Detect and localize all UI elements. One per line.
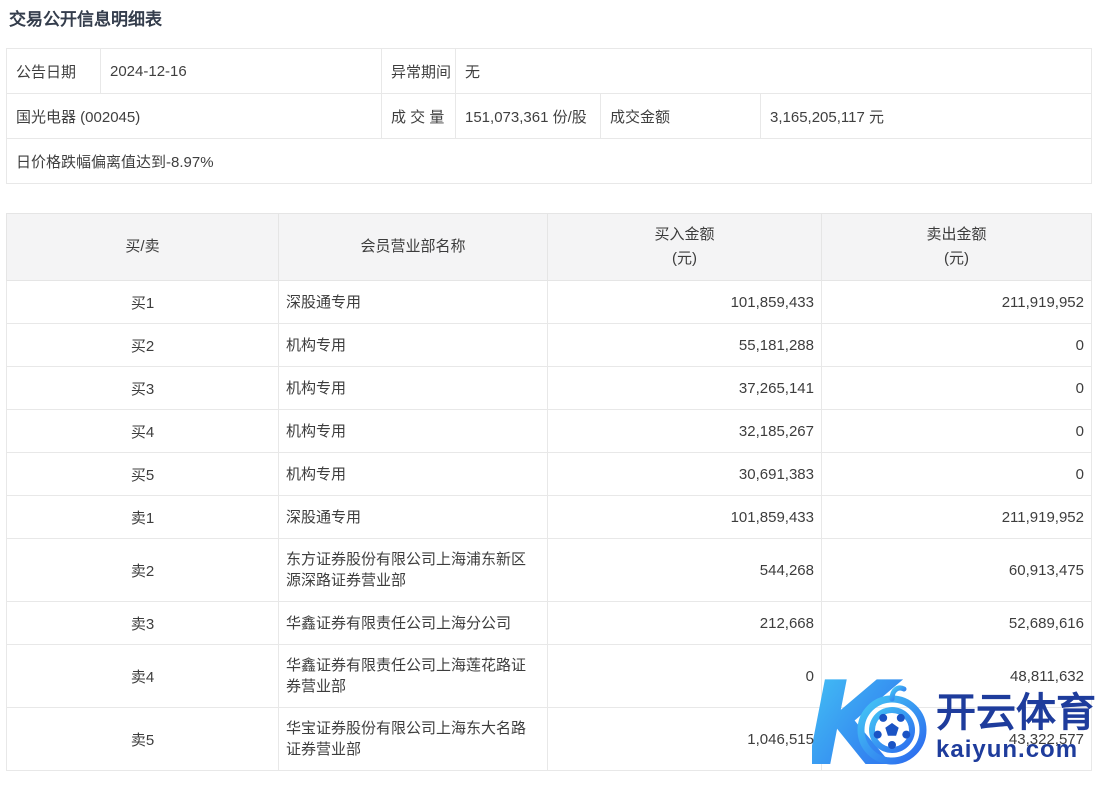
- cell-branch: 深股通专用: [279, 496, 548, 539]
- summary-row-3: 日价格跌幅偏离值达到-8.97%: [7, 139, 1092, 184]
- cell-buy-amount: 212,668: [548, 602, 822, 645]
- cell-sell-amount: 0: [822, 367, 1092, 410]
- cell-branch: 机构专用: [279, 324, 548, 367]
- cell-sell-amount: 52,689,616: [822, 602, 1092, 645]
- cell-side: 卖5: [7, 708, 279, 771]
- col-header-sell-line2: (元): [823, 247, 1090, 271]
- cell-sell-amount: 0: [822, 453, 1092, 496]
- cell-side: 卖2: [7, 539, 279, 602]
- cell-side: 买3: [7, 367, 279, 410]
- announce-date-value: 2024-12-16: [101, 49, 382, 94]
- volume-value: 151,073,361 份/股: [456, 94, 601, 139]
- cell-sell-amount: 211,919,952: [822, 496, 1092, 539]
- summary-row-1: 公告日期 2024-12-16 异常期间 无: [7, 49, 1092, 94]
- cell-buy-amount: 32,185,267: [548, 410, 822, 453]
- cell-branch: 华鑫证券有限责任公司上海莲花路证券营业部: [279, 645, 548, 708]
- cell-side: 买5: [7, 453, 279, 496]
- cell-buy-amount: 101,859,433: [548, 281, 822, 324]
- cell-buy-amount: 0: [548, 645, 822, 708]
- cell-side: 买4: [7, 410, 279, 453]
- page-title: 交易公开信息明细表: [9, 8, 1104, 32]
- cell-branch: 机构专用: [279, 367, 548, 410]
- cell-buy-amount: 37,265,141: [548, 367, 822, 410]
- cell-branch: 华宝证券股份有限公司上海东大名路证券营业部: [279, 708, 548, 771]
- summary-row-2: 国光电器 (002045) 成 交 量 151,073,361 份/股 成交金额…: [7, 94, 1092, 139]
- cell-buy-amount: 30,691,383: [548, 453, 822, 496]
- col-header-sell-line1: 卖出金额: [823, 223, 1090, 247]
- cell-buy-amount: 55,181,288: [548, 324, 822, 367]
- abnormal-period-value: 无: [456, 49, 1092, 94]
- cell-sell-amount: 0: [822, 324, 1092, 367]
- table-row: 卖2东方证券股份有限公司上海浦东新区源深路证券营业部544,26860,913,…: [7, 539, 1092, 602]
- table-row: 买2机构专用55,181,2880: [7, 324, 1092, 367]
- cell-branch: 东方证券股份有限公司上海浦东新区源深路证券营业部: [279, 539, 548, 602]
- col-header-buy-line1: 买入金额: [549, 223, 820, 247]
- cell-buy-amount: 544,268: [548, 539, 822, 602]
- deviation-note: 日价格跌幅偏离值达到-8.97%: [7, 139, 1092, 184]
- table-row: 卖3华鑫证券有限责任公司上海分公司212,66852,689,616: [7, 602, 1092, 645]
- summary-table: 公告日期 2024-12-16 异常期间 无 国光电器 (002045) 成 交…: [6, 48, 1092, 184]
- cell-side: 买1: [7, 281, 279, 324]
- stock-name: 国光电器 (002045): [7, 94, 382, 139]
- cell-side: 卖3: [7, 602, 279, 645]
- col-header-buy-line2: (元): [549, 247, 820, 271]
- cell-side: 卖4: [7, 645, 279, 708]
- cell-side: 卖1: [7, 496, 279, 539]
- cell-branch: 机构专用: [279, 453, 548, 496]
- cell-sell-amount: 0: [822, 410, 1092, 453]
- table-row: 卖4华鑫证券有限责任公司上海莲花路证券营业部048,811,632: [7, 645, 1092, 708]
- col-header-sell-amount: 卖出金额 (元): [822, 214, 1092, 281]
- turnover-value: 3,165,205,117 元: [761, 94, 1092, 139]
- table-row: 买5机构专用30,691,3830: [7, 453, 1092, 496]
- col-header-branch: 会员营业部名称: [279, 214, 548, 281]
- table-row: 买1深股通专用101,859,433211,919,952: [7, 281, 1092, 324]
- table-row: 买3机构专用37,265,1410: [7, 367, 1092, 410]
- detail-table: 买/卖 会员营业部名称 买入金额 (元) 卖出金额 (元) 买1深股通专用101…: [6, 213, 1092, 771]
- abnormal-period-label: 异常期间: [382, 49, 456, 94]
- cell-branch: 机构专用: [279, 410, 548, 453]
- table-row: 卖5华宝证券股份有限公司上海东大名路证券营业部1,046,51543,322,5…: [7, 708, 1092, 771]
- volume-label: 成 交 量: [382, 94, 456, 139]
- cell-sell-amount: 48,811,632: [822, 645, 1092, 708]
- table-row: 卖1深股通专用101,859,433211,919,952: [7, 496, 1092, 539]
- cell-sell-amount: 60,913,475: [822, 539, 1092, 602]
- cell-sell-amount: 43,322,577: [822, 708, 1092, 771]
- detail-table-header: 买/卖 会员营业部名称 买入金额 (元) 卖出金额 (元): [7, 214, 1092, 281]
- col-header-side: 买/卖: [7, 214, 279, 281]
- table-row: 买4机构专用32,185,2670: [7, 410, 1092, 453]
- cell-side: 买2: [7, 324, 279, 367]
- cell-sell-amount: 211,919,952: [822, 281, 1092, 324]
- page: 交易公开信息明细表 公告日期 2024-12-16 异常期间 无 国光电器 (0…: [0, 8, 1104, 790]
- cell-branch: 华鑫证券有限责任公司上海分公司: [279, 602, 548, 645]
- cell-branch: 深股通专用: [279, 281, 548, 324]
- cell-buy-amount: 101,859,433: [548, 496, 822, 539]
- cell-buy-amount: 1,046,515: [548, 708, 822, 771]
- detail-table-body: 买1深股通专用101,859,433211,919,952买2机构专用55,18…: [7, 281, 1092, 771]
- col-header-buy-amount: 买入金额 (元): [548, 214, 822, 281]
- turnover-label: 成交金额: [601, 94, 761, 139]
- announce-date-label: 公告日期: [7, 49, 101, 94]
